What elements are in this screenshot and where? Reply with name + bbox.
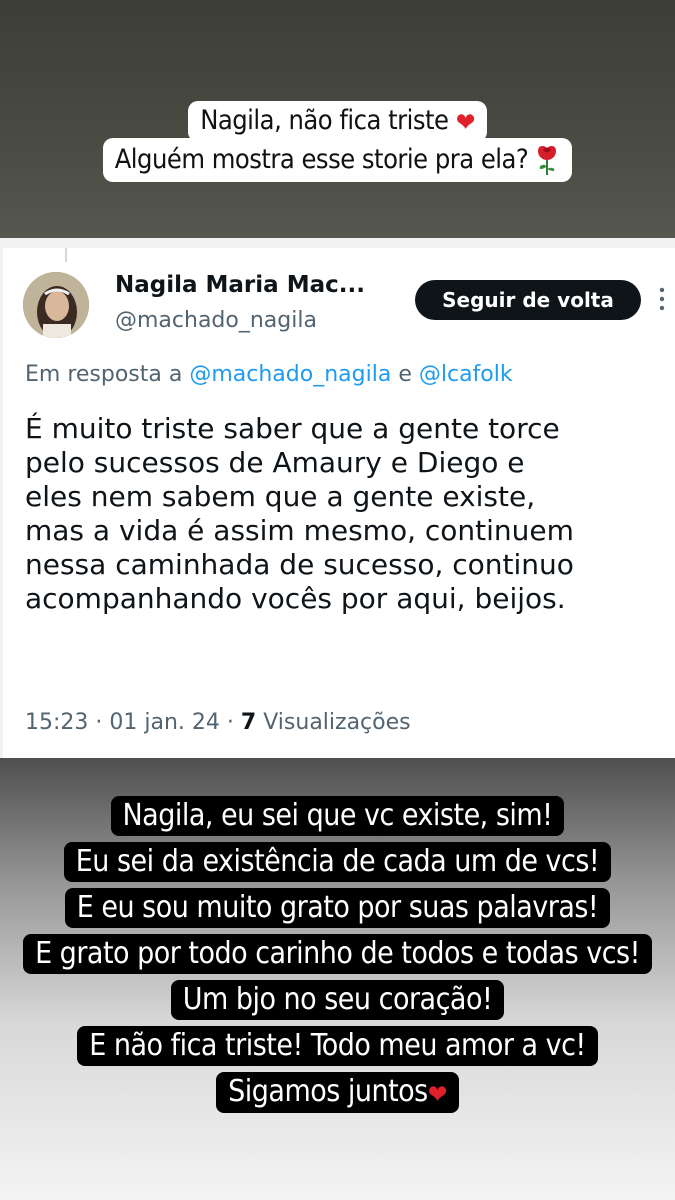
reply-prefix: Em resposta a (25, 362, 183, 387)
avatar[interactable] (23, 272, 89, 338)
tweet-body-line: É muito triste saber que a gente torce (25, 412, 560, 445)
tweet-body-line: nessa caminhada de sucesso, continuo (25, 548, 574, 581)
story-canvas: Nagila, não fica triste ❤ Alguém mostra … (0, 0, 675, 1200)
top-caption-line-1-text: Nagila, não fica triste (200, 105, 449, 136)
reply-joiner: e (398, 362, 412, 387)
tweet-body-line: mas a vida é assim mesmo, continuem (25, 514, 574, 547)
meta-separator: · (95, 710, 103, 735)
bottom-caption-line: E eu sou muito grato por suas palavras! (64, 888, 611, 928)
tweet-card[interactable]: Nagila Maria Mac... @machado_nagila Segu… (3, 248, 675, 758)
tweet-date[interactable]: 01 jan. 24 (109, 710, 220, 735)
bottom-caption-last-line: Sigamos juntos❤ (216, 1072, 459, 1113)
rose-icon (538, 146, 557, 175)
tweet-metadata: 15:23 · 01 jan. 24 · 7 Visualizações (25, 710, 411, 735)
tweet-body: É muito triste saber que a gente torce p… (25, 412, 675, 616)
follow-back-button[interactable]: Seguir de volta (415, 280, 641, 320)
avatar-photo (23, 272, 89, 338)
meta-separator: · (226, 710, 234, 735)
reply-mention-link-2[interactable]: @lcafolk (419, 362, 513, 387)
tweet-body-line: eles nem sabem que a gente existe, (25, 480, 536, 513)
tweet-body-line: acompanhando vocês por aqui, beijos. (25, 582, 566, 615)
author-handle[interactable]: @machado_nagila (115, 308, 317, 333)
top-caption: Nagila, não fica triste ❤ Alguém mostra … (0, 101, 675, 182)
heart-icon: ❤ (427, 1080, 448, 1110)
views-count: 7 (240, 710, 257, 735)
author-display-name[interactable]: Nagila Maria Mac... (115, 272, 365, 298)
thread-connector-line (65, 248, 67, 262)
more-options-icon[interactable] (659, 286, 665, 312)
tweet-time[interactable]: 15:23 (25, 710, 88, 735)
bottom-caption-line: Eu sei da existência de cada um de vcs! (63, 842, 612, 882)
bottom-caption-line: E não fica triste! Todo meu amor a vc! (77, 1026, 598, 1066)
top-caption-line-1: Nagila, não fica triste ❤ (188, 101, 487, 142)
views-label: Visualizações (263, 710, 411, 735)
heart-icon: ❤ (455, 108, 476, 138)
bottom-caption-line: Um bjo no seu coração! (170, 980, 505, 1020)
bottom-caption: Nagila, eu sei que vc existe, sim! Eu se… (0, 796, 675, 1118)
top-caption-line-2-text: Alguém mostra esse storie pra ela? (114, 144, 529, 175)
reply-mention-link-1[interactable]: @machado_nagila (189, 362, 391, 387)
bottom-caption-line: E grato por todo carinho de todos e toda… (23, 934, 652, 974)
bottom-caption-line: Nagila, eu sei que vc existe, sim! (110, 796, 565, 836)
reply-context: Em resposta a @machado_nagila e @lcafolk (25, 362, 513, 387)
bottom-caption-line: Sigamos juntos (228, 1074, 428, 1109)
top-caption-line-2: Alguém mostra esse storie pra ela? (102, 138, 573, 182)
tweet-body-line: pelo sucessos de Amaury e Diego e (25, 446, 525, 479)
